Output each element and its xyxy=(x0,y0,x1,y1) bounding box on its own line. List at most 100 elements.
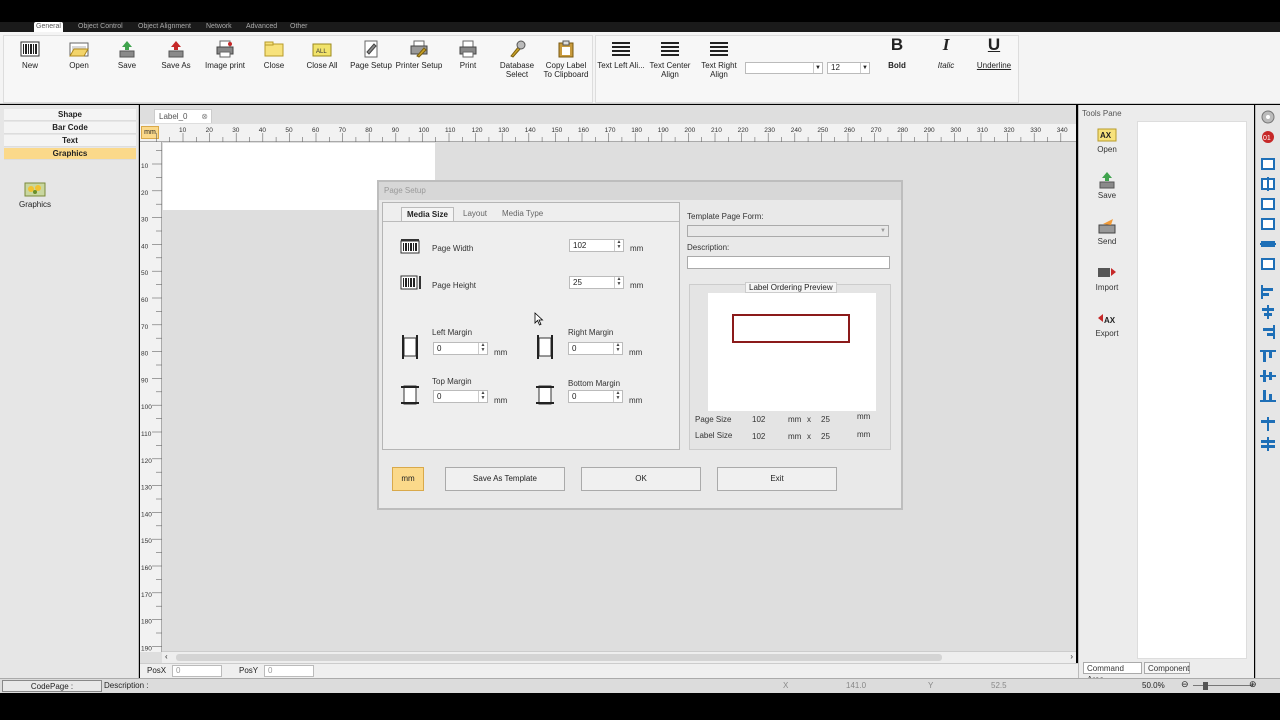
top-margin-label: Top Margin xyxy=(432,377,472,386)
spinner-arrows-icon[interactable]: ▲ ▼ xyxy=(478,391,487,402)
spinner-arrows-icon[interactable]: ▲ ▼ xyxy=(613,391,622,402)
template-form-select[interactable]: ▼ xyxy=(687,225,889,237)
tools-open-button[interactable]: AX Open xyxy=(1087,125,1127,154)
posy-input[interactable]: 0 xyxy=(264,665,314,677)
align-object-left-icon[interactable] xyxy=(1260,157,1276,171)
align-object-middle-icon[interactable] xyxy=(1260,237,1276,251)
scroll-right-icon[interactable]: › xyxy=(1070,652,1073,661)
category-text[interactable]: Text xyxy=(4,135,136,147)
save-button[interactable]: Save xyxy=(103,40,151,70)
right-margin-input[interactable]: 0 ▲ ▼ xyxy=(568,342,623,355)
font-size-select[interactable]: 12 ▼ xyxy=(827,62,870,74)
save-as-template-button[interactable]: Save As Template xyxy=(445,467,565,491)
distribute-left-icon[interactable] xyxy=(1260,285,1276,299)
font-name-select[interactable]: ▼ xyxy=(745,62,823,74)
menu-tab-other[interactable]: Other xyxy=(288,22,310,32)
barcode-print-icon[interactable]: 01 xyxy=(1260,130,1276,144)
scroll-left-icon[interactable]: ‹ xyxy=(165,652,168,661)
tab-media-size[interactable]: Media Size xyxy=(401,207,454,221)
printer-setup-icon xyxy=(409,40,429,58)
italic-button[interactable]: I Italic xyxy=(922,36,970,70)
close-all-icon: ALL xyxy=(312,40,332,58)
settings-gear-icon[interactable] xyxy=(1260,110,1276,124)
open-button[interactable]: Open xyxy=(55,40,103,70)
menu-tab-advanced[interactable]: Advanced xyxy=(244,22,279,32)
distribute-right-icon[interactable] xyxy=(1260,325,1276,339)
image-print-button[interactable]: Image print xyxy=(201,40,249,70)
bold-button[interactable]: B Bold xyxy=(873,36,921,70)
menu-tab-network[interactable]: Network xyxy=(204,22,234,32)
horizontal-scrollbar[interactable]: ‹ › xyxy=(162,651,1076,663)
close-icon[interactable]: ⊗ xyxy=(201,110,208,123)
menu-tab-general[interactable]: General xyxy=(34,22,63,32)
page-setup-button[interactable]: Page Setup xyxy=(347,40,395,70)
ruler-label: 330 xyxy=(1030,127,1041,134)
distribute-top-icon[interactable] xyxy=(1260,349,1276,363)
tools-save-button[interactable]: Save xyxy=(1087,171,1127,200)
ruler-label: 50 xyxy=(141,270,149,277)
page-height-input[interactable]: 25 ▲ ▼ xyxy=(569,276,624,289)
zoom-in-icon[interactable]: ⊕ xyxy=(1249,679,1257,690)
category-shape[interactable]: Shape xyxy=(4,109,136,121)
top-margin-input[interactable]: 0 ▲ ▼ xyxy=(433,390,488,403)
tools-send-button[interactable]: Send xyxy=(1087,217,1127,246)
zoom-slider[interactable] xyxy=(1193,685,1253,686)
import-icon xyxy=(1097,263,1117,281)
distribute-center-icon[interactable] xyxy=(1260,305,1276,319)
exit-button[interactable]: Exit xyxy=(717,467,837,491)
tab-command-area[interactable]: Command Area xyxy=(1083,662,1142,684)
menu-tab-object-control[interactable]: Object Control xyxy=(76,22,125,32)
printer-setup-button[interactable]: Printer Setup xyxy=(395,40,443,70)
copy-label-button[interactable]: Copy Label To Clipboard xyxy=(542,40,590,79)
distribute-middle-icon[interactable] xyxy=(1260,369,1276,383)
category-bar-code[interactable]: Bar Code xyxy=(4,122,136,134)
tab-component[interactable]: Component xyxy=(1144,662,1190,674)
underline-button[interactable]: U Underline xyxy=(970,36,1018,70)
ok-button[interactable]: OK xyxy=(581,467,701,491)
graphics-tool[interactable]: Graphics xyxy=(14,180,56,209)
description-input[interactable] xyxy=(687,256,890,269)
zoom-slider-thumb[interactable] xyxy=(1203,682,1208,690)
align-left-icon xyxy=(611,40,631,58)
save-as-button[interactable]: Save As xyxy=(152,40,200,70)
new-button[interactable]: New xyxy=(6,40,54,70)
align-object-center-icon[interactable] xyxy=(1260,177,1276,191)
posx-input[interactable]: 0 xyxy=(172,665,222,677)
left-margin-input[interactable]: 0 ▲ ▼ xyxy=(433,342,488,355)
document-tab[interactable]: Label_0 ⊗ xyxy=(154,109,212,123)
space-horizontal-icon[interactable] xyxy=(1260,417,1276,431)
scrollbar-thumb[interactable] xyxy=(176,654,942,661)
unit-toggle-button[interactable]: mm xyxy=(392,467,424,491)
printer-setup-button-label: Printer Setup xyxy=(395,61,443,70)
zoom-out-icon[interactable]: ⊖ xyxy=(1181,679,1189,690)
spinner-arrows-icon[interactable]: ▲ ▼ xyxy=(614,277,623,288)
bottom-margin-input[interactable]: 0 ▲ ▼ xyxy=(568,390,623,403)
page-width-input[interactable]: 102 ▲ ▼ xyxy=(569,239,624,252)
space-vertical-icon[interactable] xyxy=(1260,437,1276,451)
spinner-arrows-icon[interactable]: ▲ ▼ xyxy=(478,343,487,354)
align-object-right-icon[interactable] xyxy=(1260,197,1276,211)
align-object-bottom-icon[interactable] xyxy=(1260,257,1276,271)
database-select-button[interactable]: Database Select xyxy=(493,40,541,79)
tab-layout[interactable]: Layout xyxy=(458,207,492,221)
close-button[interactable]: Close xyxy=(250,40,298,70)
category-graphics[interactable]: Graphics xyxy=(4,148,136,160)
page-height-value: 25 xyxy=(573,278,582,287)
tools-export-button[interactable]: AX Export xyxy=(1087,309,1127,338)
align-right-icon xyxy=(709,40,729,58)
text-right-align-button[interactable]: Text Right Align xyxy=(695,40,743,79)
print-button[interactable]: Print xyxy=(444,40,492,70)
text-left-align-button[interactable]: Text Left Ali... xyxy=(597,40,645,70)
menu-tab-object-alignment[interactable]: Object Alignment xyxy=(136,22,193,32)
spinner-arrows-icon[interactable]: ▲ ▼ xyxy=(614,240,623,251)
top-margin-unit: mm xyxy=(494,396,508,405)
close-all-button[interactable]: ALL Close All xyxy=(298,40,346,70)
tab-media-type[interactable]: Media Type xyxy=(497,207,548,221)
text-center-align-button[interactable]: Text Center Align xyxy=(646,40,694,79)
ruler-label: 40 xyxy=(259,127,267,134)
tools-import-button[interactable]: Import xyxy=(1087,263,1127,292)
spinner-arrows-icon[interactable]: ▲ ▼ xyxy=(613,343,622,354)
distribute-bottom-icon[interactable] xyxy=(1260,389,1276,403)
align-object-top-icon[interactable] xyxy=(1260,217,1276,231)
ruler-label: 130 xyxy=(141,485,152,492)
